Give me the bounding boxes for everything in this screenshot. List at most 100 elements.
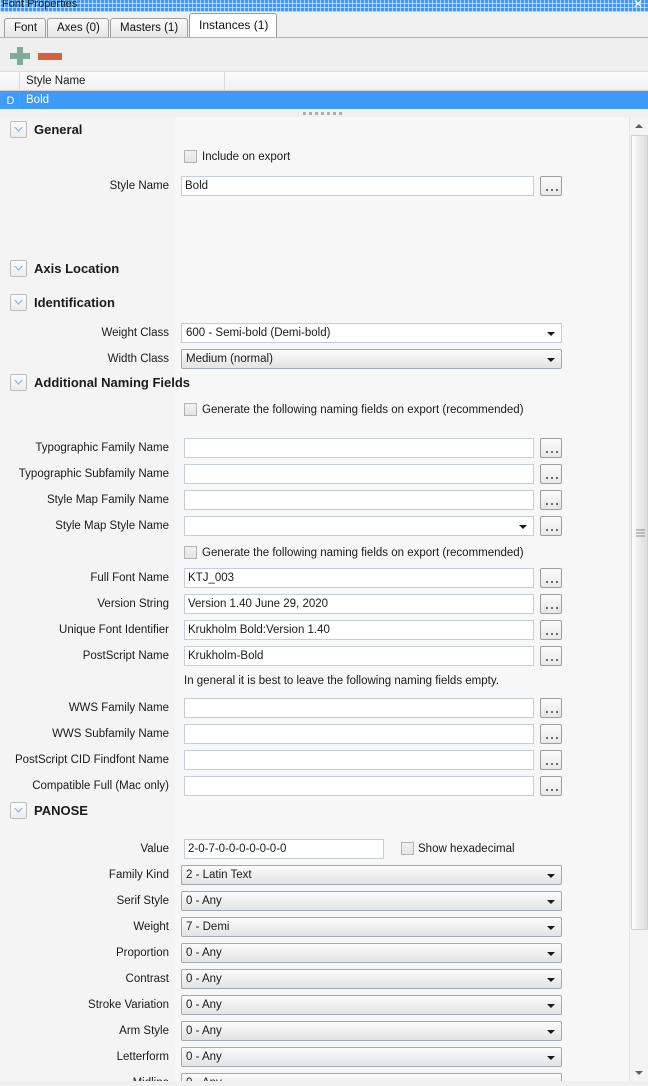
splitter-grip-icon	[303, 112, 345, 115]
panel-splitter[interactable]	[0, 109, 648, 117]
wws-subfamily-name-label: WWS Subfamily Name	[52, 728, 169, 740]
postscript-cid-findfont-name-browse-button[interactable]	[540, 750, 562, 770]
panose-value-input[interactable]: 2-0-7-0-0-0-0-0-0-0	[184, 839, 384, 859]
panose-arm-style-label: Arm Style	[119, 1025, 169, 1037]
generate-naming-fields-checkbox-2[interactable]	[184, 546, 197, 559]
scrollbar-thumb[interactable]	[631, 135, 648, 930]
style-map-family-name-browse-button[interactable]	[540, 490, 562, 510]
version-string-input[interactable]: Version 1.40 June 29, 2020	[184, 594, 534, 614]
column-header-style-name[interactable]: Style Name	[20, 72, 225, 90]
properties-content: General Include on export Style Name Bol…	[0, 117, 629, 1081]
table-row[interactable]: D Bold	[0, 91, 648, 109]
width-class-select[interactable]: Medium (normal)	[181, 349, 562, 369]
tab-axes[interactable]: Axes (0)	[47, 18, 109, 37]
instances-table-header: Style Name	[0, 72, 648, 91]
section-panose-label: PANOSE	[34, 803, 88, 818]
tab-instances[interactable]: Instances (1)	[189, 13, 277, 37]
window-title: Font Properties	[2, 0, 78, 10]
panose-midline-select[interactable]: 0 - Any	[181, 1073, 562, 1081]
postscript-cid-findfont-name-input[interactable]	[184, 750, 534, 770]
full-font-name-label: Full Font Name	[90, 572, 169, 584]
style-name-label: Style Name	[109, 180, 169, 192]
unique-font-identifier-browse-button[interactable]	[540, 620, 562, 640]
row-style-name-cell[interactable]: Bold	[26, 91, 49, 109]
typographic-subfamily-name-input[interactable]	[184, 464, 534, 484]
panose-letterform-label: Letterform	[116, 1051, 169, 1063]
scroll-down-arrow-icon[interactable]	[630, 1064, 648, 1081]
chevron-down-icon[interactable]	[10, 374, 27, 391]
style-map-style-name-select[interactable]	[184, 516, 534, 536]
properties-vertical-scrollbar[interactable]	[629, 117, 648, 1081]
show-hexadecimal-checkbox[interactable]	[401, 842, 414, 855]
panose-family-kind-select[interactable]: 2 - Latin Text	[181, 865, 562, 885]
panose-value-label: Value	[140, 843, 169, 855]
wws-family-name-browse-button[interactable]	[540, 698, 562, 718]
style-map-family-name-label: Style Map Family Name	[46, 494, 169, 506]
version-string-browse-button[interactable]	[540, 594, 562, 614]
wws-subfamily-name-browse-button[interactable]	[540, 724, 562, 744]
panose-contrast-label: Contrast	[125, 973, 169, 985]
generate-naming-fields-label-2: Generate the following naming fields on …	[202, 547, 524, 559]
minus-icon[interactable]	[38, 53, 62, 60]
chevron-down-icon[interactable]	[10, 260, 27, 277]
window-titlebar[interactable]: Font Properties ✕	[0, 0, 648, 12]
postscript-name-input[interactable]: Krukholm-Bold	[184, 646, 534, 666]
panose-proportion-select[interactable]: 0 - Any	[181, 943, 562, 963]
panose-stroke-variation-select[interactable]: 0 - Any	[181, 995, 562, 1015]
style-map-style-name-label: Style Map Style Name	[55, 520, 169, 532]
panose-proportion-label: Proportion	[115, 947, 169, 959]
postscript-name-label: PostScript Name	[82, 650, 169, 662]
include-on-export-checkbox[interactable]	[184, 150, 197, 163]
style-map-style-name-browse-button[interactable]	[540, 516, 562, 536]
scroll-grip-icon	[636, 529, 645, 536]
tab-font[interactable]: Font	[4, 18, 46, 37]
full-font-name-browse-button[interactable]	[540, 568, 562, 588]
properties-pane: General Include on export Style Name Bol…	[0, 117, 648, 1081]
panose-stroke-variation-label: Stroke Variation	[88, 999, 169, 1011]
compatible-full-mac-only-label: Compatible Full (Mac only)	[32, 780, 169, 792]
panose-arm-style-select[interactable]: 0 - Any	[181, 1021, 562, 1041]
weight-class-select[interactable]: 600 - Semi-bold (Demi-bold)	[181, 323, 562, 343]
plus-icon[interactable]	[10, 47, 30, 65]
chevron-down-icon[interactable]	[10, 802, 27, 819]
full-font-name-input[interactable]: KTJ_003	[184, 568, 534, 588]
column-header-extra[interactable]	[225, 72, 648, 90]
panose-letterform-select[interactable]: 0 - Any	[181, 1047, 562, 1067]
panose-contrast-select[interactable]: 0 - Any	[181, 969, 562, 989]
style-name-browse-button[interactable]	[540, 176, 562, 196]
weight-class-label: Weight Class	[101, 327, 169, 339]
compatible-full-mac-only-browse-button[interactable]	[540, 776, 562, 796]
include-on-export-label: Include on export	[202, 151, 291, 163]
typographic-family-name-label: Typographic Family Name	[35, 442, 169, 454]
chevron-down-icon[interactable]	[10, 294, 27, 311]
typographic-subfamily-name-label: Typographic Subfamily Name	[18, 468, 169, 480]
instances-toolbar	[0, 38, 648, 72]
chevron-down-icon[interactable]	[10, 121, 27, 138]
scroll-up-arrow-icon[interactable]	[630, 117, 648, 134]
typographic-subfamily-name-browse-button[interactable]	[540, 464, 562, 484]
section-identification-label: Identification	[34, 295, 115, 310]
panose-weight-select[interactable]: 7 - Demi	[181, 917, 562, 937]
tab-strip: Font Axes (0) Masters (1) Instances (1)	[0, 12, 648, 38]
column-header-flag[interactable]	[0, 72, 20, 90]
typographic-family-name-input[interactable]	[184, 438, 534, 458]
panose-serif-style-select[interactable]: 0 - Any	[181, 891, 562, 911]
empty-fields-note: In general it is best to leave the follo…	[184, 675, 499, 687]
wws-subfamily-name-input[interactable]	[184, 724, 534, 744]
wws-family-name-input[interactable]	[184, 698, 534, 718]
panose-serif-style-label: Serif Style	[116, 895, 169, 907]
compatible-full-mac-only-input[interactable]	[184, 776, 534, 796]
tab-masters[interactable]: Masters (1)	[110, 18, 188, 37]
style-map-family-name-input[interactable]	[184, 490, 534, 510]
postscript-name-browse-button[interactable]	[540, 646, 562, 666]
unique-font-identifier-input[interactable]: Krukholm Bold:Version 1.40	[184, 620, 534, 640]
section-general-label: General	[34, 122, 83, 137]
typographic-family-name-browse-button[interactable]	[540, 438, 562, 458]
wws-family-name-label: WWS Family Name	[68, 702, 169, 714]
width-class-label: Width Class	[107, 353, 169, 365]
generate-naming-fields-checkbox-1[interactable]	[184, 403, 197, 416]
style-name-input[interactable]: Bold	[181, 176, 534, 196]
row-flag-cell[interactable]: D	[1, 92, 20, 108]
version-string-label: Version String	[97, 598, 169, 610]
close-icon[interactable]: ✕	[633, 0, 643, 10]
